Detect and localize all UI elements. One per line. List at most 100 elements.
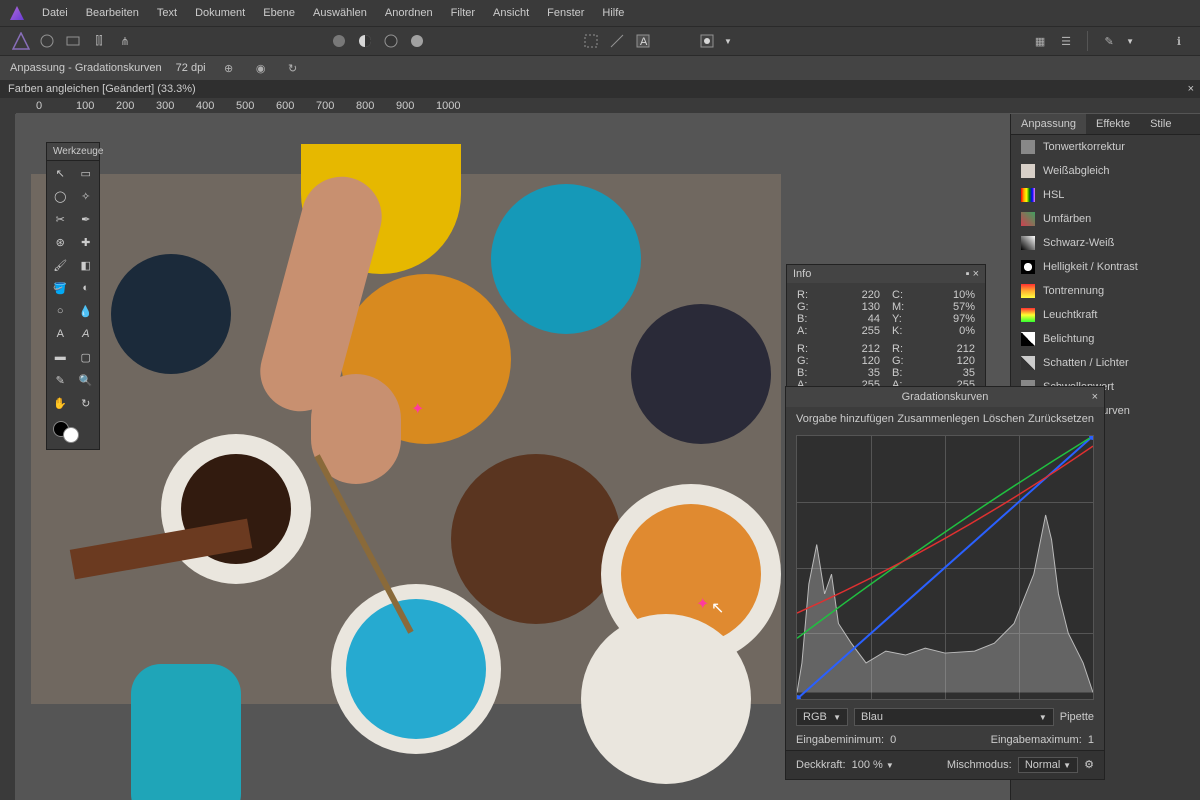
document-image	[31, 174, 781, 704]
chevron-down-icon[interactable]: ▼	[1126, 37, 1134, 46]
menu-auswaehlen[interactable]: Auswählen	[313, 7, 367, 19]
hand-tool[interactable]: ✋	[48, 392, 73, 414]
menu-fenster[interactable]: Fenster	[547, 7, 584, 19]
target-icon[interactable]: ⊕	[220, 59, 238, 77]
menu-bearbeiten[interactable]: Bearbeiten	[86, 7, 139, 19]
adjustment-item[interactable]: Belichtung	[1011, 327, 1200, 351]
adjustment-icon	[1021, 260, 1035, 274]
photo-persona-icon[interactable]	[12, 32, 30, 50]
channel-master-select[interactable]: RGB▼	[796, 708, 848, 726]
blur-tool[interactable]: 💧	[74, 300, 99, 322]
adjustment-label: Schwarz-Weiß	[1043, 237, 1114, 249]
menu-ebene[interactable]: Ebene	[263, 7, 295, 19]
menu-hilfe[interactable]: Hilfe	[602, 7, 624, 19]
crop-tool[interactable]: ✂	[48, 208, 73, 230]
marquee-tool[interactable]: ▭	[74, 162, 99, 184]
clone-tool[interactable]: ⊛	[48, 231, 73, 253]
blend-mode-select[interactable]: Normal ▼	[1018, 757, 1078, 773]
blend-label: Mischmodus:	[947, 759, 1012, 771]
develop-persona-icon[interactable]	[64, 32, 82, 50]
curves-graph[interactable]	[796, 435, 1094, 700]
rotate-tool[interactable]: ↻	[74, 392, 99, 414]
document-tab[interactable]: Farben angleichen [Geändert] (33.3%)	[8, 83, 196, 95]
adjustment-item[interactable]: Leuchtkraft	[1011, 303, 1200, 327]
liquify-persona-icon[interactable]	[38, 32, 56, 50]
heal-tool[interactable]: ✚	[74, 231, 99, 253]
curves-delete[interactable]: Löschen	[983, 413, 1025, 425]
adjustment-item[interactable]: Schatten / Lichter	[1011, 351, 1200, 375]
adjustment-label: Schatten / Lichter	[1043, 357, 1129, 369]
menu-ansicht[interactable]: Ansicht	[493, 7, 529, 19]
move-tool[interactable]: ↖	[48, 162, 73, 184]
grid-view-icon[interactable]: ▦	[1031, 32, 1049, 50]
chevron-down-icon[interactable]: ▼	[724, 37, 732, 46]
menu-anordnen[interactable]: Anordnen	[385, 7, 433, 19]
adjustment-icon	[1021, 236, 1035, 250]
adjustment-label: Belichtung	[1043, 333, 1094, 345]
menu-bar: Datei Bearbeiten Text Dokument Ebene Aus…	[0, 0, 1200, 26]
eye-icon[interactable]: ◉	[252, 59, 270, 77]
gradient-tool[interactable]: ◐	[74, 277, 99, 299]
menu-text[interactable]: Text	[157, 7, 177, 19]
zoom-tool[interactable]: 🔍	[74, 369, 99, 391]
menu-datei[interactable]: Datei	[42, 7, 68, 19]
circle2-icon[interactable]	[382, 32, 400, 50]
close-tab-icon[interactable]: ×	[1188, 83, 1194, 95]
wand-tool[interactable]: ✧	[74, 185, 99, 207]
refresh-icon[interactable]: ↻	[284, 59, 302, 77]
curves-merge[interactable]: Zusammenlegen	[897, 413, 979, 425]
adjustment-item[interactable]: Tonwertkorrektur	[1011, 135, 1200, 159]
shape-tool[interactable]: ▬	[48, 346, 73, 368]
adjustment-item[interactable]: Weißabgleich	[1011, 159, 1200, 183]
lasso-tool[interactable]: ◯	[48, 185, 73, 207]
quickmask-icon[interactable]	[698, 32, 716, 50]
opacity-value[interactable]: 100 %	[852, 759, 883, 771]
fill-tool[interactable]: 🪣	[48, 277, 73, 299]
background-swatch[interactable]	[63, 427, 79, 443]
channel-color-select[interactable]: Blau▼	[854, 708, 1054, 726]
artistic-text-tool[interactable]: A	[74, 323, 99, 345]
picker-tool[interactable]: ✎	[48, 369, 73, 391]
adjustment-item[interactable]: Umfärben	[1011, 207, 1200, 231]
info-icon[interactable]: ℹ	[1170, 32, 1188, 50]
halfcircle-icon[interactable]	[356, 32, 374, 50]
in-max-value[interactable]: 1	[1088, 734, 1094, 746]
circle1-icon[interactable]	[330, 32, 348, 50]
brush-icon[interactable]: ✎	[1100, 32, 1118, 50]
circle3-icon[interactable]	[408, 32, 426, 50]
menu-filter[interactable]: Filter	[451, 7, 475, 19]
panel-close-icon[interactable]: ×	[973, 268, 979, 280]
sel-diag-icon[interactable]	[608, 32, 626, 50]
curves-reset[interactable]: Zurücksetzen	[1028, 413, 1094, 425]
gear-icon[interactable]: ⚙	[1084, 759, 1094, 771]
export-persona-icon[interactable]: ⋔	[116, 32, 134, 50]
list-view-icon[interactable]: ☰	[1057, 32, 1075, 50]
context-title: Anpassung - Gradationskurven	[10, 62, 162, 74]
text-tool[interactable]: A	[48, 323, 73, 345]
brush-tool[interactable]: 🖌	[48, 254, 73, 276]
panel-min-icon[interactable]: ▪	[966, 268, 970, 280]
curves-preset[interactable]: Vorgabe hinzufügen	[796, 413, 894, 425]
tab-stile[interactable]: Stile	[1140, 114, 1181, 134]
adjustment-icon	[1021, 308, 1035, 322]
adjustment-item[interactable]: HSL	[1011, 183, 1200, 207]
adjustment-label: Tonwertkorrektur	[1043, 141, 1125, 153]
adjustment-label: Weißabgleich	[1043, 165, 1109, 177]
tone-persona-icon[interactable]: ⫿⫿	[90, 32, 108, 50]
rect-tool[interactable]: ▢	[74, 346, 99, 368]
in-min-value[interactable]: 0	[890, 734, 896, 746]
adjustment-label: HSL	[1043, 189, 1064, 201]
tab-effekte[interactable]: Effekte	[1086, 114, 1140, 134]
sel-auto-icon[interactable]: A	[634, 32, 652, 50]
adjustment-item[interactable]: Schwarz-Weiß	[1011, 231, 1200, 255]
pen-tool[interactable]: ✒	[74, 208, 99, 230]
adjustment-item[interactable]: Tontrennung	[1011, 279, 1200, 303]
dodge-tool[interactable]: ○	[48, 300, 73, 322]
eraser-tool[interactable]: ◧	[74, 254, 99, 276]
menu-dokument[interactable]: Dokument	[195, 7, 245, 19]
sel-rect-icon[interactable]	[582, 32, 600, 50]
tab-anpassung[interactable]: Anpassung	[1011, 114, 1086, 134]
close-icon[interactable]: ×	[1092, 391, 1098, 403]
adjustment-item[interactable]: Helligkeit / Kontrast	[1011, 255, 1200, 279]
picker-button[interactable]: Pipette	[1060, 711, 1094, 723]
